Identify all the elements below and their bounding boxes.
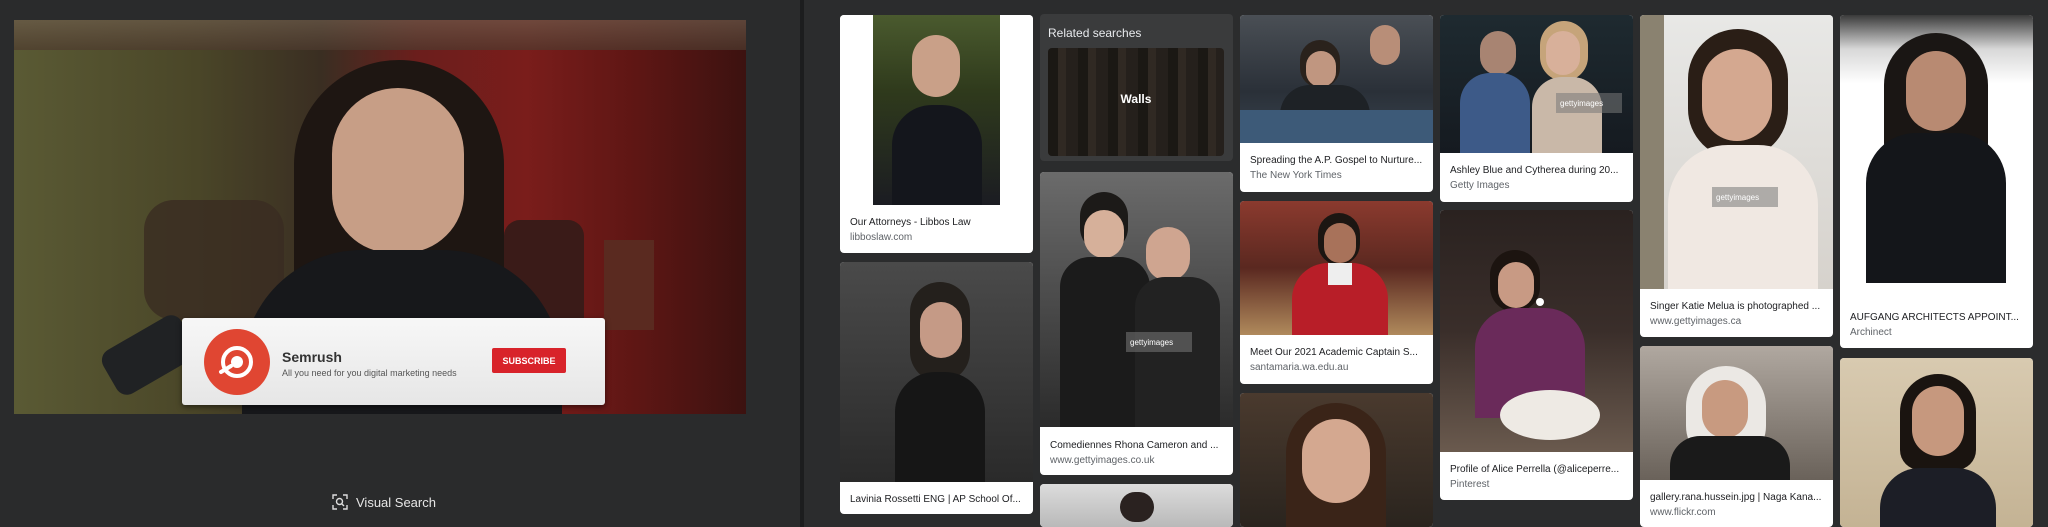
result-image [1240, 201, 1433, 335]
gettyimages-watermark: gettyimages [1712, 187, 1778, 207]
visual-search-icon [332, 494, 348, 510]
result-card[interactable]: gallery.rana.hussein.jpg | Naga Kana... … [1640, 346, 1833, 527]
ad-brand-name: Semrush [282, 349, 342, 365]
result-image [1840, 358, 2033, 527]
result-image: gettyimages [1040, 172, 1233, 427]
result-image [840, 262, 1033, 482]
image-results-grid: Our Attorneys - Libbos Law libboslaw.com… [804, 0, 2048, 527]
video-panel: Semrush All you need for you digital mar… [0, 0, 800, 527]
related-search-label: Walls [1120, 92, 1152, 106]
result-source: www.gettyimages.co.uk [1050, 455, 1155, 466]
video-player[interactable]: Semrush All you need for you digital mar… [14, 20, 746, 414]
result-source: www.gettyimages.ca [1650, 316, 1742, 327]
result-image [1240, 393, 1433, 527]
result-image [840, 15, 1033, 205]
result-source: Getty Images [1450, 180, 1510, 191]
gettyimages-watermark: gettyimages [1556, 93, 1622, 113]
result-caption: Singer Katie Melua is photographed ... [1650, 301, 1821, 312]
result-card[interactable]: gettyimages Singer Katie Melua is photog… [1640, 15, 1833, 337]
ceiling [14, 20, 746, 50]
result-source: libboslaw.com [850, 232, 913, 243]
result-source: Archinect [1850, 327, 1892, 338]
result-image [1640, 346, 1833, 480]
result-card[interactable] [1240, 393, 1433, 527]
visual-search-button[interactable]: Visual Search [332, 494, 436, 510]
related-searches-title: Related searches [1048, 26, 1142, 40]
subscribe-button[interactable]: SUBSCRIBE [492, 348, 566, 373]
result-card[interactable] [1040, 484, 1233, 527]
presenter-face [332, 88, 464, 253]
result-source: www.flickr.com [1650, 507, 1716, 518]
result-card[interactable]: Profile of Alice Perrella (@aliceperre..… [1440, 210, 1633, 500]
result-caption: AUFGANG ARCHITECTS APPOINT... [1850, 312, 2019, 323]
gettyimages-watermark: gettyimages [1126, 332, 1192, 352]
result-caption: Meet Our 2021 Academic Captain S... [1250, 347, 1418, 358]
result-card[interactable]: Our Attorneys - Libbos Law libboslaw.com [840, 15, 1033, 253]
related-searches-card: Related searches Walls [1040, 14, 1233, 161]
result-caption: Spreading the A.P. Gospel to Nurture... [1250, 155, 1423, 166]
result-card[interactable]: Meet Our 2021 Academic Captain S... sant… [1240, 201, 1433, 384]
background-shelf [604, 240, 654, 330]
result-caption: Lavinia Rossetti ENG | AP School Of... [850, 494, 1021, 505]
result-caption: Profile of Alice Perrella (@aliceperre..… [1450, 464, 1620, 475]
result-image: gettyimages [1440, 15, 1633, 153]
result-image [1240, 15, 1433, 143]
result-image [1440, 210, 1633, 452]
result-card[interactable]: Lavinia Rossetti ENG | AP School Of... [840, 262, 1033, 514]
ad-tagline: All you need for you digital marketing n… [282, 368, 457, 378]
result-card[interactable] [1840, 358, 2033, 527]
result-source: Pinterest [1450, 479, 1490, 490]
result-image [1840, 15, 2033, 300]
related-search-walls[interactable]: Walls [1048, 48, 1224, 156]
result-source: The New York Times [1250, 170, 1342, 181]
result-caption: Ashley Blue and Cytherea during 20... [1450, 165, 1619, 176]
result-image: gettyimages [1640, 15, 1833, 289]
result-card[interactable]: gettyimages Ashley Blue and Cytherea dur… [1440, 15, 1633, 202]
result-caption: Our Attorneys - Libbos Law [850, 217, 971, 228]
result-source: santamaria.wa.edu.au [1250, 362, 1349, 373]
result-image [1040, 484, 1233, 527]
sponsor-ad-card[interactable]: Semrush All you need for you digital mar… [182, 318, 605, 405]
result-card[interactable]: AUFGANG ARCHITECTS APPOINT... Archinect [1840, 15, 2033, 348]
result-caption: Comediennes Rhona Cameron and ... [1050, 440, 1219, 451]
result-caption: gallery.rana.hussein.jpg | Naga Kana... [1650, 492, 1822, 503]
result-card[interactable]: gettyimages Comediennes Rhona Cameron an… [1040, 172, 1233, 475]
visual-search-label: Visual Search [356, 494, 436, 510]
screen: Semrush All you need for you digital mar… [0, 0, 2048, 527]
result-card[interactable]: Spreading the A.P. Gospel to Nurture... … [1240, 15, 1433, 192]
semrush-logo-icon [204, 329, 270, 395]
